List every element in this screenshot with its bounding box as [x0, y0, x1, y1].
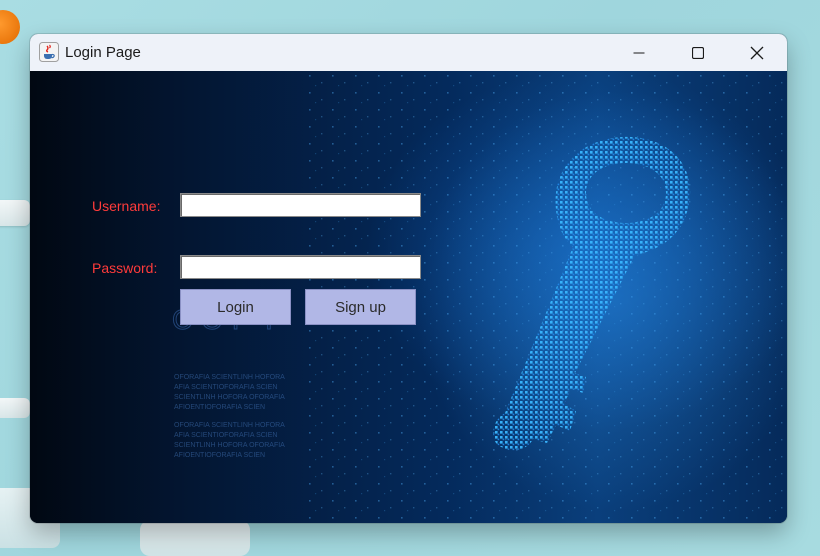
signup-button[interactable]: Sign up	[305, 289, 416, 325]
login-panel: COPY OFORAFIA SCIENTLINH HOFORA AFIA SCI…	[30, 71, 787, 523]
watermark-line: SCIENTLINH HOFORA OFORAFIA	[174, 442, 285, 449]
close-button[interactable]	[734, 34, 780, 71]
desktop-decoration	[140, 520, 250, 556]
desktop-decoration	[0, 10, 20, 44]
watermark-line: AFIOENTIOFORAFIA SCIEN	[174, 452, 265, 459]
watermark-line: OFORAFIA SCIENTLINH HOFORA	[174, 374, 285, 381]
watermark-line: AFIOENTIOFORAFIA SCIEN	[174, 404, 265, 411]
minimize-button[interactable]	[616, 34, 662, 71]
minimize-icon	[633, 52, 645, 53]
title-bar[interactable]: Login Page	[30, 34, 787, 71]
close-icon	[750, 46, 764, 59]
desktop-decoration	[0, 200, 30, 226]
watermark-line: AFIA SCIENTIOFORAFIA SCIEN	[174, 432, 277, 439]
login-button[interactable]: Login	[180, 289, 291, 325]
watermark-line: SCIENTLINH HOFORA OFORAFIA	[174, 394, 285, 401]
watermark-line: AFIA SCIENTIOFORAFIA SCIEN	[174, 384, 277, 391]
maximize-icon	[692, 46, 704, 59]
username-label: Username:	[92, 198, 161, 214]
password-label: Password:	[92, 260, 158, 276]
maximize-button[interactable]	[675, 34, 721, 71]
login-window: Login Page OFORAFIA SCIENTLINH HOFORA AF…	[30, 34, 787, 523]
watermark-line: OFORAFIA SCIENTLINH HOFORA	[174, 422, 285, 429]
desktop-decoration	[0, 398, 30, 418]
password-input[interactable]	[180, 255, 421, 279]
window-title: Login Page	[65, 44, 141, 61]
java-icon	[39, 42, 59, 62]
username-input[interactable]	[180, 193, 421, 217]
